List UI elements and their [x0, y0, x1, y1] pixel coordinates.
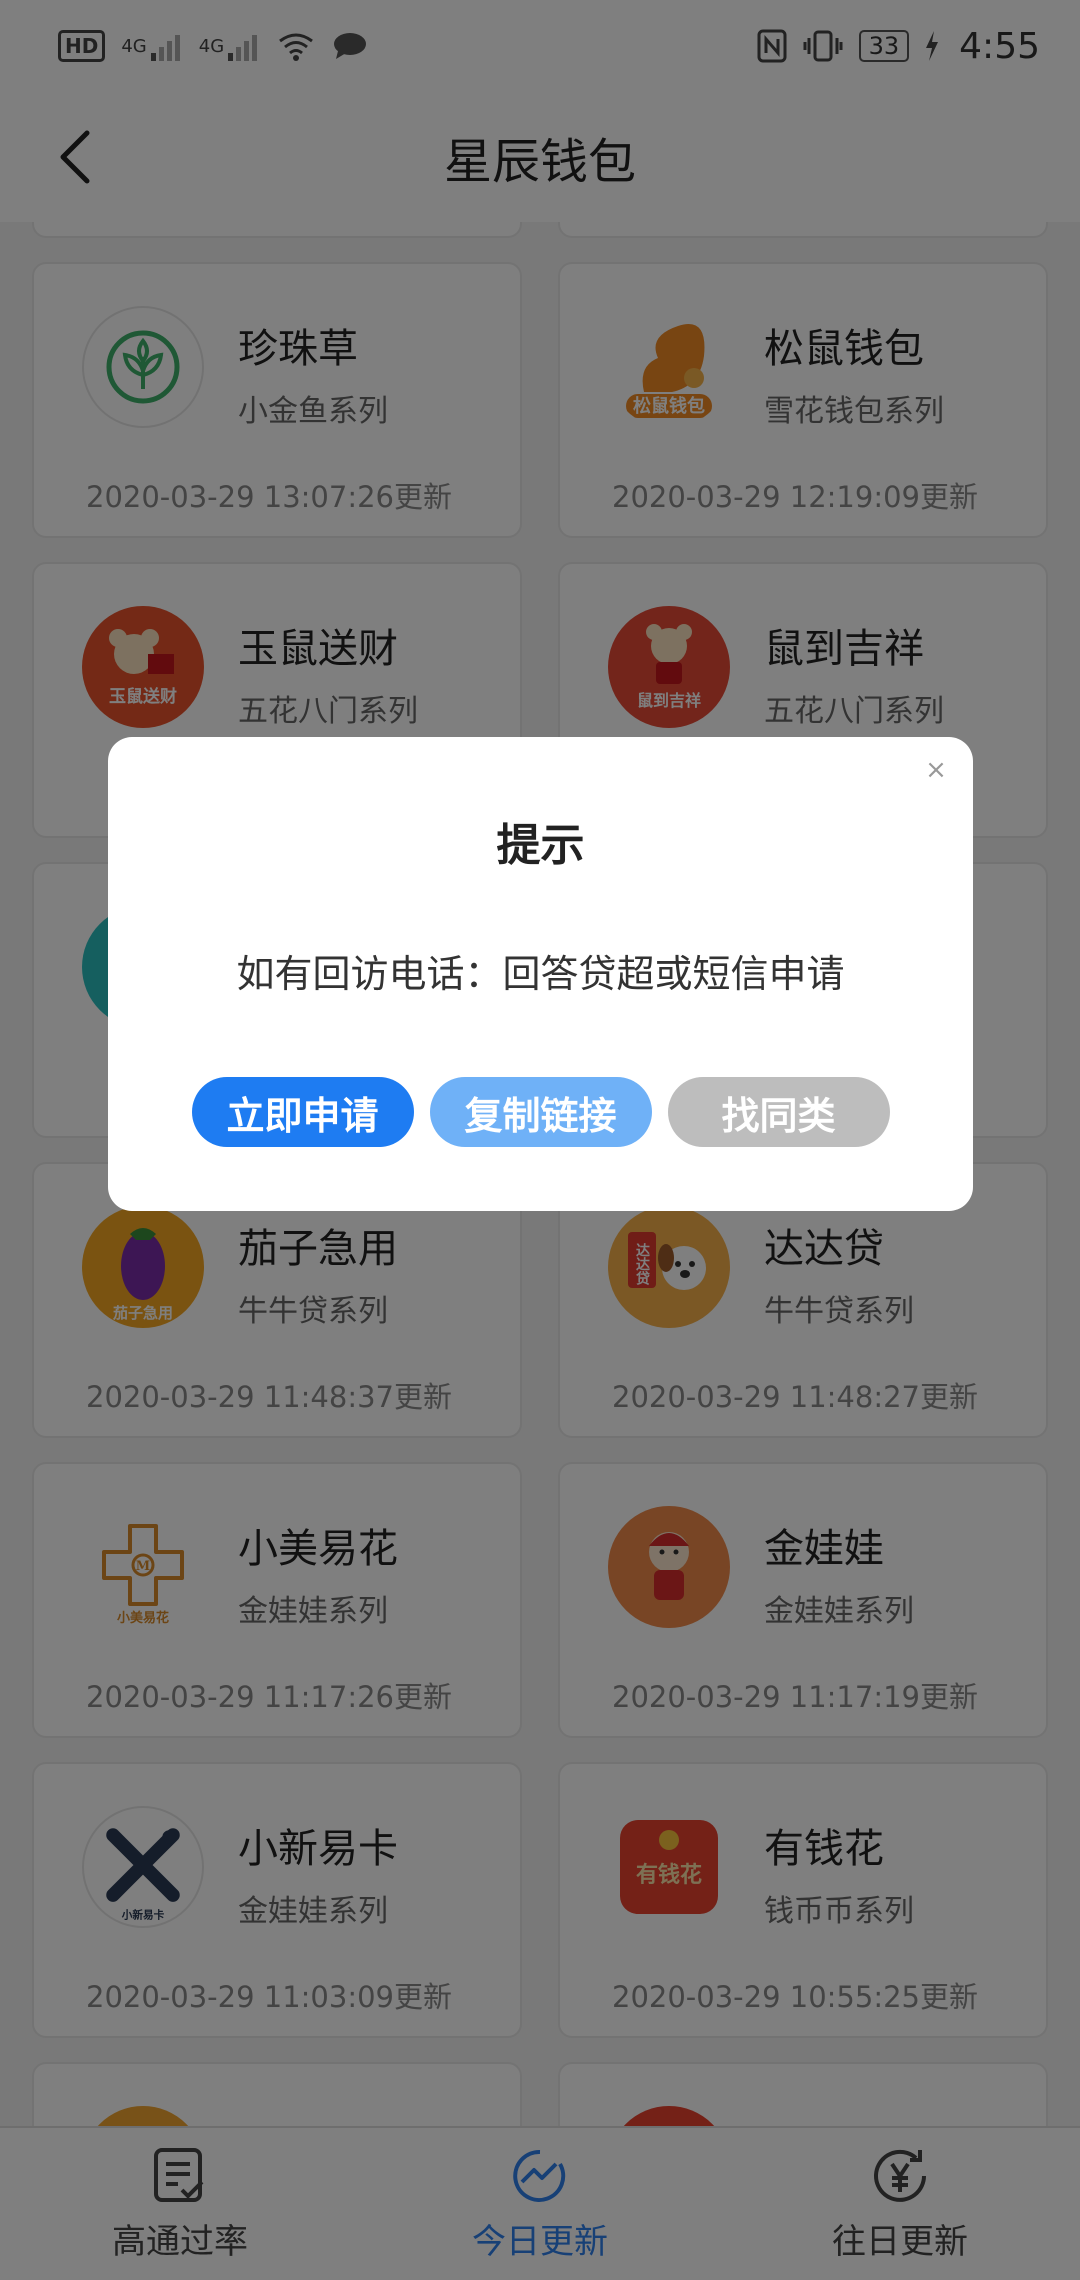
- dialog-button-group: 立即申请 复制链接 找同类: [108, 1077, 973, 1147]
- close-icon[interactable]: ×: [921, 755, 951, 785]
- apply-now-button[interactable]: 立即申请: [191, 1077, 414, 1147]
- tip-dialog: × 提示 如有回访电话：回答贷超或短信申请 立即申请 复制链接 找同类: [108, 737, 973, 1211]
- dialog-title: 提示: [496, 820, 585, 871]
- dialog-message: 如有回访电话：回答贷超或短信申请: [236, 952, 845, 996]
- find-similar-button[interactable]: 找同类: [667, 1077, 890, 1147]
- copy-link-button[interactable]: 复制链接: [429, 1077, 652, 1147]
